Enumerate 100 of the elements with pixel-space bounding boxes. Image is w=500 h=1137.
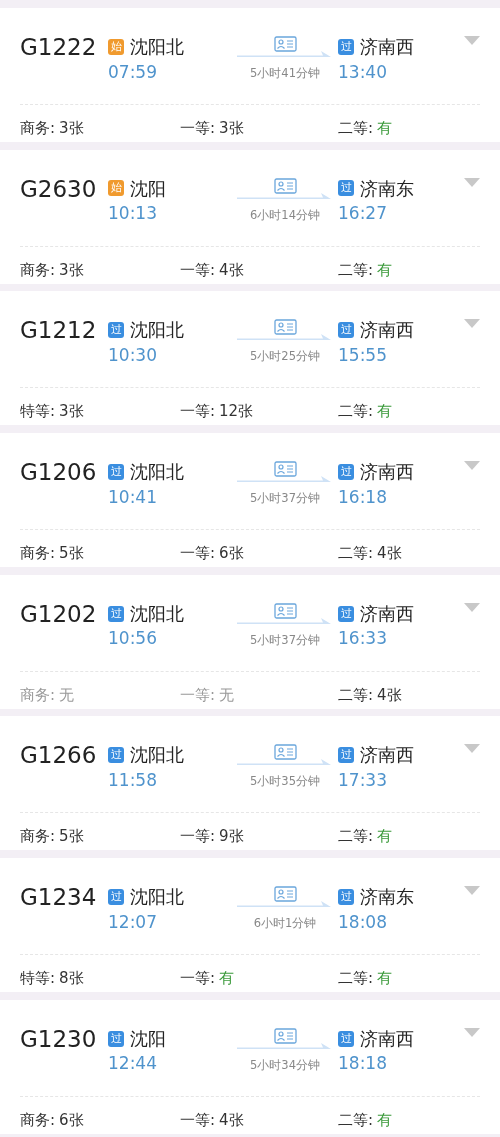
station-name: 沈阳北	[130, 461, 184, 483]
seat-class-label: 特等:	[20, 402, 56, 421]
train-number: G1266	[20, 742, 97, 769]
seat-availability: 12张	[219, 402, 254, 421]
seat-availability: 有	[377, 402, 393, 421]
train-number: G1234	[20, 884, 97, 911]
seat-availability: 3张	[59, 402, 84, 421]
seat-class-label: 商务:	[20, 544, 56, 563]
train-card[interactable]: G1206 过 沈阳北 10:41 5小时37分钟 过 济南西 16:18 商务: 5张 一等: 6张 二等: 4张	[0, 433, 500, 568]
seat-availability: 6张	[59, 1110, 84, 1129]
seat-class-label: 特等:	[20, 969, 56, 988]
time-text: 12:07	[108, 913, 157, 931]
seat-class-label: 二等:	[338, 1110, 374, 1129]
seat-availability: 有	[377, 260, 393, 279]
duration-text: 5小时37分钟	[250, 631, 320, 649]
seat-class-label: 一等:	[180, 544, 216, 563]
seat-class-label: 商务:	[20, 1110, 56, 1129]
seat-availability: 3张	[219, 119, 244, 137]
seat-class-label: 二等:	[338, 544, 374, 563]
duration-text: 5小时37分钟	[250, 490, 320, 508]
train-card[interactable]: G2630 始 沈阳 10:13 6小时14分钟 过 济南东 16:27 商务: 3张 一等: 4张 二等: 有	[0, 149, 500, 284]
station-type-badge: 始	[108, 38, 124, 55]
station-type-badge: 过	[108, 1030, 124, 1047]
train-number: G1212	[20, 317, 97, 344]
station-name: 济南西	[360, 1027, 414, 1050]
station-type-badge: 过	[338, 180, 354, 197]
time-text: 13:40	[338, 63, 387, 81]
dropdown-arrow-icon[interactable]	[464, 461, 480, 471]
time-text: 18:08	[338, 913, 387, 931]
seat-class-label: 二等:	[338, 402, 374, 421]
station-name: 沈阳北	[130, 886, 184, 908]
station-name: 沈阳	[130, 1027, 166, 1050]
dropdown-arrow-icon[interactable]	[464, 1027, 480, 1037]
station-type-badge: 过	[108, 322, 124, 339]
seat-availability: 4张	[377, 544, 402, 563]
station-type-badge: 过	[108, 888, 124, 905]
station-name: 沈阳北	[130, 602, 184, 625]
time-text: 16:27	[338, 205, 387, 223]
duration-text: 6小时14分钟	[250, 206, 320, 224]
station-type-badge: 过	[338, 38, 354, 55]
train-card[interactable]: G1212 过 沈阳北 10:30 5小时25分钟 过 济南西 15:55 特等: 3张 一等: 12张 二等: 有	[0, 291, 500, 426]
dropdown-arrow-icon[interactable]	[464, 177, 480, 187]
time-text: 15:55	[338, 346, 387, 364]
seat-availability: 有	[377, 827, 393, 846]
seat-availability: 5张	[59, 827, 84, 846]
seat-availability: 6张	[219, 544, 244, 563]
dropdown-arrow-icon[interactable]	[464, 886, 480, 896]
train-card[interactable]: G1230 过 沈阳 12:44 5小时34分钟 过 济南西 18:18 商务: 6张 一等: 4张 二等: 有	[0, 999, 500, 1134]
station-type-badge: 过	[108, 605, 124, 622]
station-name: 济南西	[360, 602, 414, 625]
station-name: 济南西	[360, 319, 414, 341]
seat-availability: 有	[219, 969, 235, 988]
train-card[interactable]: G1266 过 沈阳北 11:58 5小时35分钟 过 济南西 17:33 商务: 5张 一等: 9张 二等: 有	[0, 716, 500, 851]
station-type-badge: 过	[108, 747, 124, 764]
seat-availability: 无	[59, 685, 75, 704]
seat-class-label: 一等:	[180, 1110, 216, 1129]
station-name: 沈阳北	[130, 319, 184, 341]
dropdown-arrow-icon[interactable]	[464, 36, 480, 45]
time-text: 16:33	[338, 630, 387, 648]
station-name: 济南西	[360, 744, 414, 767]
train-card[interactable]: G1202 过 沈阳北 10:56 5小时37分钟 过 济南西 16:33 商务: 无 一等: 无 二等: 4张	[0, 574, 500, 709]
seat-availability: 4张	[219, 1110, 244, 1129]
station-type-badge: 过	[338, 322, 354, 339]
time-text: 10:30	[108, 346, 157, 364]
seat-class-label: 二等:	[338, 119, 374, 137]
station-name: 济南西	[360, 36, 414, 58]
seat-class-label: 一等:	[180, 685, 216, 704]
train-card[interactable]: G1222 始 沈阳北 07:59 5小时41分钟 过 济南西 13:40 商务: 3张 一等: 3张 二等: 有	[0, 8, 500, 142]
station-type-badge: 过	[338, 747, 354, 764]
station-type-badge: 过	[338, 888, 354, 905]
train-number: G1222	[20, 34, 97, 60]
station-name: 沈阳	[130, 177, 166, 200]
duration-text: 6小时1分钟	[253, 915, 317, 933]
station-type-badge: 过	[338, 1030, 354, 1047]
seat-class-label: 一等:	[180, 827, 216, 846]
train-number: G1202	[20, 600, 97, 627]
seat-class-label: 商务:	[20, 119, 56, 137]
duration-text: 5小时34分钟	[250, 1056, 320, 1074]
seat-class-label: 二等:	[338, 685, 374, 704]
seat-class-label: 一等:	[180, 969, 216, 988]
time-text: 12:44	[108, 1055, 157, 1073]
duration-text: 5小时25分钟	[250, 348, 320, 366]
seat-availability: 有	[377, 119, 393, 137]
dropdown-arrow-icon[interactable]	[464, 319, 480, 329]
station-type-badge: 始	[108, 180, 124, 197]
train-card[interactable]: G1234 过 沈阳北 12:07 6小时1分钟 过 济南东 18:08 特等: 8张 一等: 有 二等: 有	[0, 858, 500, 993]
seat-availability: 3张	[59, 260, 84, 279]
seat-availability: 有	[377, 1110, 393, 1129]
time-text: 11:58	[108, 772, 157, 790]
time-text: 17:33	[338, 772, 387, 790]
train-number: G1206	[20, 459, 97, 486]
seat-availability: 9张	[219, 827, 244, 846]
seat-class-label: 一等:	[180, 260, 216, 279]
dropdown-arrow-icon[interactable]	[464, 744, 480, 754]
station-name: 沈阳北	[130, 744, 184, 767]
time-text: 10:13	[108, 205, 157, 223]
duration-text: 5小时41分钟	[250, 65, 320, 82]
seat-class-label: 一等:	[180, 119, 216, 137]
dropdown-arrow-icon[interactable]	[464, 602, 480, 612]
time-text: 07:59	[108, 63, 157, 81]
